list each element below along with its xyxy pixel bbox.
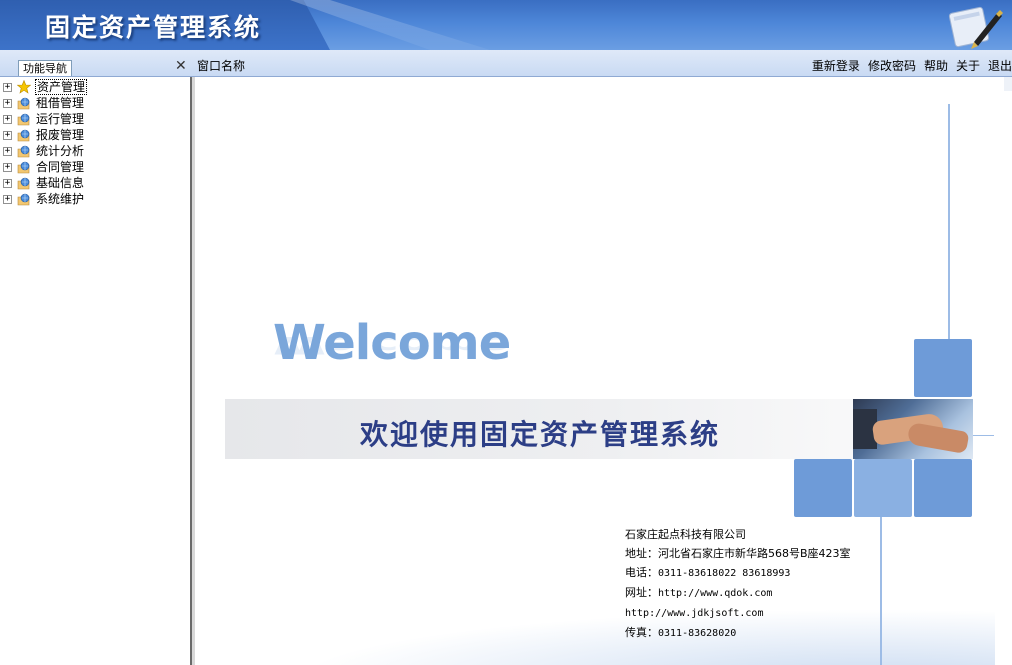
navigation-panel: + 资产管理 + 租借管理 + 运行管理 + 报废管理 + 统计分析 + 合同管… — [0, 77, 192, 665]
expand-icon[interactable]: + — [3, 114, 12, 124]
folder-globe-icon — [17, 113, 30, 126]
decorative-line — [972, 435, 994, 436]
relogin-link[interactable]: 重新登录 — [812, 59, 860, 73]
help-link[interactable]: 帮助 — [924, 59, 948, 73]
folder-globe-icon — [17, 97, 30, 110]
website-link[interactable]: http://www.qdok.com — [658, 588, 772, 599]
tree-item-label: 统计分析 — [36, 144, 85, 158]
toolbar: 功能导航 ✕ 窗口名称 重新登录 修改密码 帮助 关于 退出 — [0, 50, 1012, 77]
folder-globe-icon — [17, 193, 30, 206]
tree-item-label: 资产管理 — [35, 79, 88, 95]
tree-item-scrap-management[interactable]: + 报废管理 — [3, 127, 190, 143]
star-icon — [17, 80, 31, 94]
decorative-tile — [794, 459, 852, 517]
tree-item-lease-management[interactable]: + 租借管理 — [3, 95, 190, 111]
website-label: 网址： — [625, 586, 658, 599]
decorative-line — [948, 104, 950, 364]
tree-item-label: 基础信息 — [36, 176, 85, 190]
decorative-tile — [914, 339, 972, 397]
tree-item-label: 报废管理 — [36, 128, 85, 142]
phone-value: 0311-83618022 83618993 — [658, 568, 791, 579]
company-fax-line: 传真：0311-83628020 — [625, 623, 851, 643]
folder-globe-icon — [17, 129, 30, 142]
pen-paper-icon — [948, 6, 1003, 49]
about-link[interactable]: 关于 — [956, 59, 980, 73]
decorative-line — [880, 517, 882, 665]
tree-item-label: 运行管理 — [36, 112, 85, 126]
folder-globe-icon — [17, 161, 30, 174]
scrollbar[interactable] — [1004, 77, 1012, 91]
expand-icon[interactable]: + — [3, 194, 12, 204]
decorative-tile — [914, 459, 972, 517]
fax-value: 0311-83628020 — [658, 628, 737, 639]
app-title: 固定资产管理系统 — [45, 13, 262, 42]
banner-title: 欢迎使用固定资产管理系统 — [360, 418, 721, 451]
background-swoosh — [195, 597, 995, 665]
tree-item-system-maintenance[interactable]: + 系统维护 — [3, 191, 190, 207]
company-info: 石家庄起点科技有限公司 地址：河北省石家庄市新华路568号B座423室 电话：0… — [625, 525, 851, 643]
handshake-hand — [906, 421, 970, 455]
app-header: 固定资产管理系统 — [0, 0, 1012, 50]
app-window: 固定资产管理系统 功能导航 ✕ 窗口名称 重新登录 修改密码 帮助 关于 退出 … — [0, 0, 1012, 665]
tree-item-contract-management[interactable]: + 合同管理 — [3, 159, 190, 175]
welcome-reflection: Welcome — [273, 331, 511, 359]
tree-item-label: 合同管理 — [36, 160, 85, 174]
window-name-label: 窗口名称 — [197, 59, 246, 73]
handshake-image — [853, 399, 973, 459]
close-icon[interactable]: ✕ — [175, 59, 189, 73]
folder-globe-icon — [17, 177, 30, 190]
company-website-line: 网址：http://www.qdok.com — [625, 583, 851, 603]
company-phone-line: 电话：0311-83618022 83618993 — [625, 563, 851, 583]
expand-icon[interactable]: + — [3, 162, 12, 172]
expand-icon[interactable]: + — [3, 178, 12, 188]
company-name: 石家庄起点科技有限公司 — [625, 528, 746, 541]
expand-icon[interactable]: + — [3, 130, 12, 140]
expand-icon[interactable]: + — [3, 82, 12, 92]
navigation-tree: + 资产管理 + 租借管理 + 运行管理 + 报废管理 + 统计分析 + 合同管… — [0, 77, 190, 207]
tree-item-asset-management[interactable]: + 资产管理 — [3, 79, 190, 95]
folder-globe-icon — [17, 145, 30, 158]
phone-label: 电话： — [625, 566, 658, 579]
expand-icon[interactable]: + — [3, 98, 12, 108]
tab-function-navigation[interactable]: 功能导航 — [18, 60, 72, 76]
decorative-tile — [854, 459, 912, 517]
change-password-link[interactable]: 修改密码 — [868, 59, 916, 73]
main-content: Welcome Welcome 欢迎使用固定资产管理系统 石家庄起点科技有限公司… — [195, 77, 1012, 665]
fax-label: 传真： — [625, 626, 658, 639]
tree-item-operation-management[interactable]: + 运行管理 — [3, 111, 190, 127]
exit-link[interactable]: 退出 — [988, 59, 1012, 73]
company-address: 地址：河北省石家庄市新华路568号B座423室 — [625, 547, 851, 560]
website-link[interactable]: http://www.jdkjsoft.com — [625, 608, 763, 619]
tree-item-basic-info[interactable]: + 基础信息 — [3, 175, 190, 191]
tree-item-label: 租借管理 — [36, 96, 85, 110]
top-links: 重新登录 修改密码 帮助 关于 退出 — [812, 59, 1012, 73]
tree-item-statistics[interactable]: + 统计分析 — [3, 143, 190, 159]
company-website-line-2: http://www.jdkjsoft.com — [625, 603, 851, 623]
expand-icon[interactable]: + — [3, 146, 12, 156]
tree-item-label: 系统维护 — [36, 192, 85, 206]
